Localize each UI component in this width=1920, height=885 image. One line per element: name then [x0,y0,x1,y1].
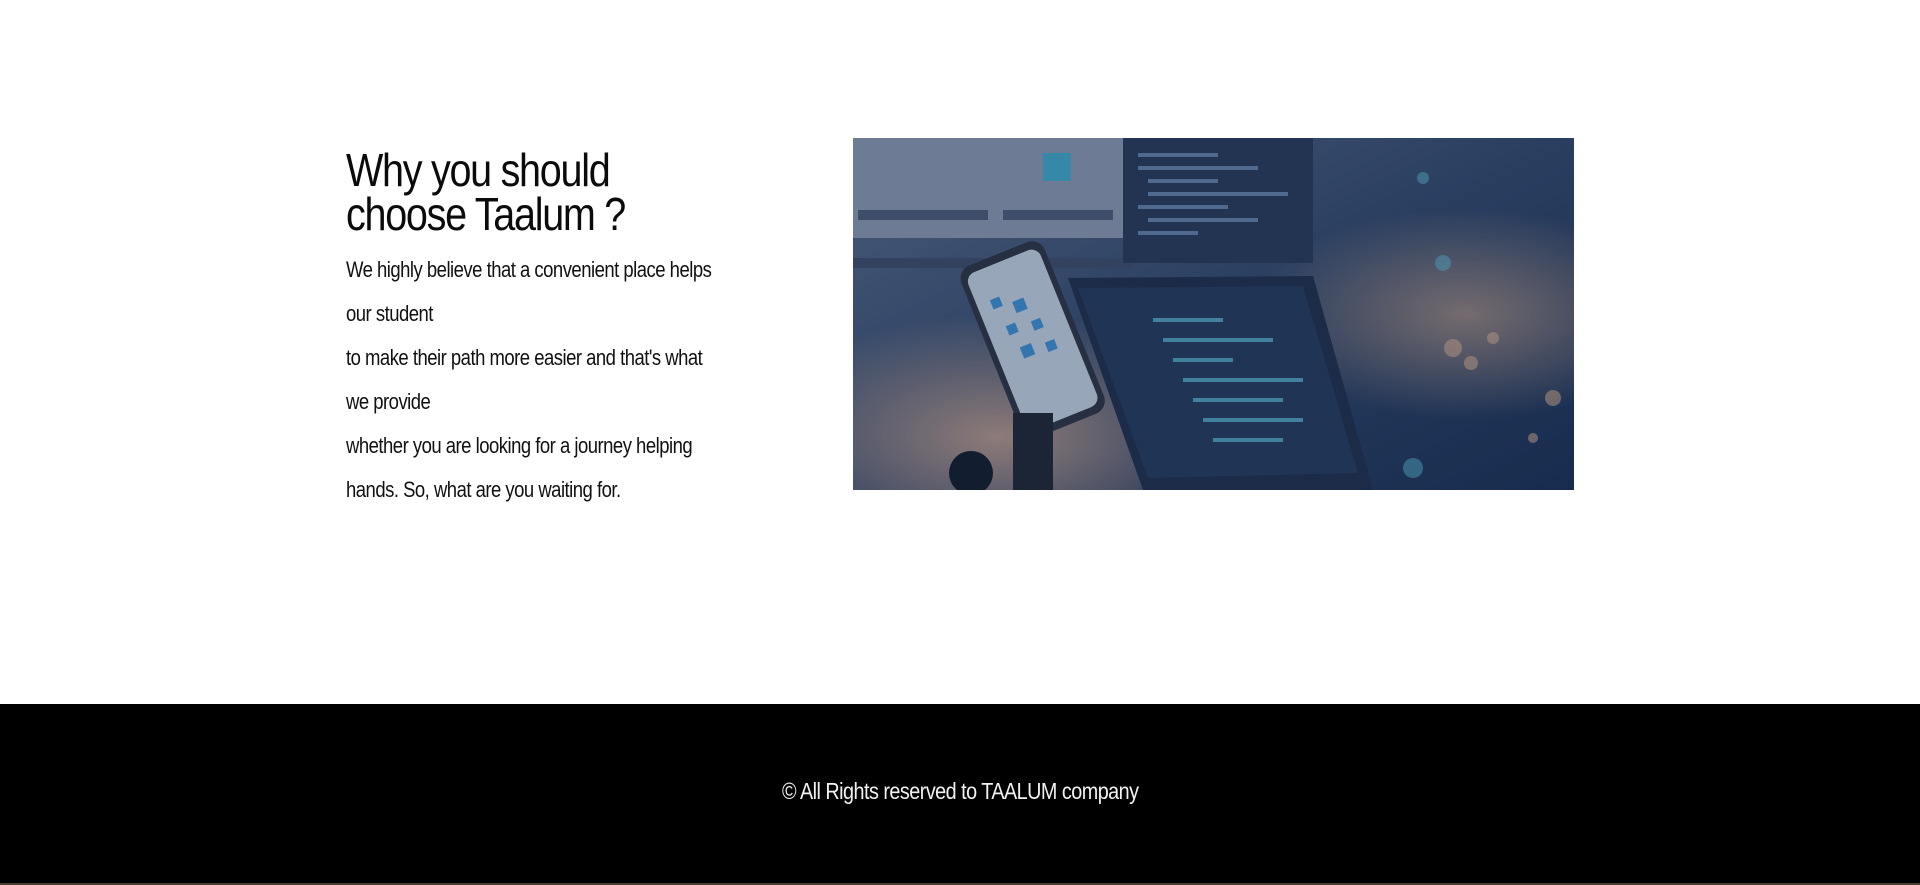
paragraph-line: to make their path more easier and that'… [346,345,703,370]
heading-line-2: choose Taalum ? [346,188,626,240]
hero-image-illustration [853,138,1574,490]
why-text-column: Why you should choose Taalum ? We highly… [346,147,746,512]
section-paragraph: We highly believe that a convenient plac… [346,248,732,512]
site-footer: © All Rights reserved to TAALUM company [0,704,1920,885]
why-choose-section: Why you should choose Taalum ? We highly… [0,0,1920,704]
paragraph-line: We highly believe that a convenient plac… [346,257,712,282]
copyright-label: © All Rights reserved to TAALUM company [781,778,1139,804]
section-heading: Why you should choose Taalum ? [346,147,656,237]
paragraph-line: whether you are looking for a journey he… [346,433,693,458]
copyright-text: © All Rights reserved to TAALUM company [0,778,1920,805]
page: Why you should choose Taalum ? We highly… [0,0,1920,885]
paragraph-line: we provide [346,389,431,414]
paragraph-line: our student [346,301,433,326]
phone-and-code-monitors-image [853,138,1574,490]
paragraph-line: hands. So, what are you waiting for. [346,477,621,502]
